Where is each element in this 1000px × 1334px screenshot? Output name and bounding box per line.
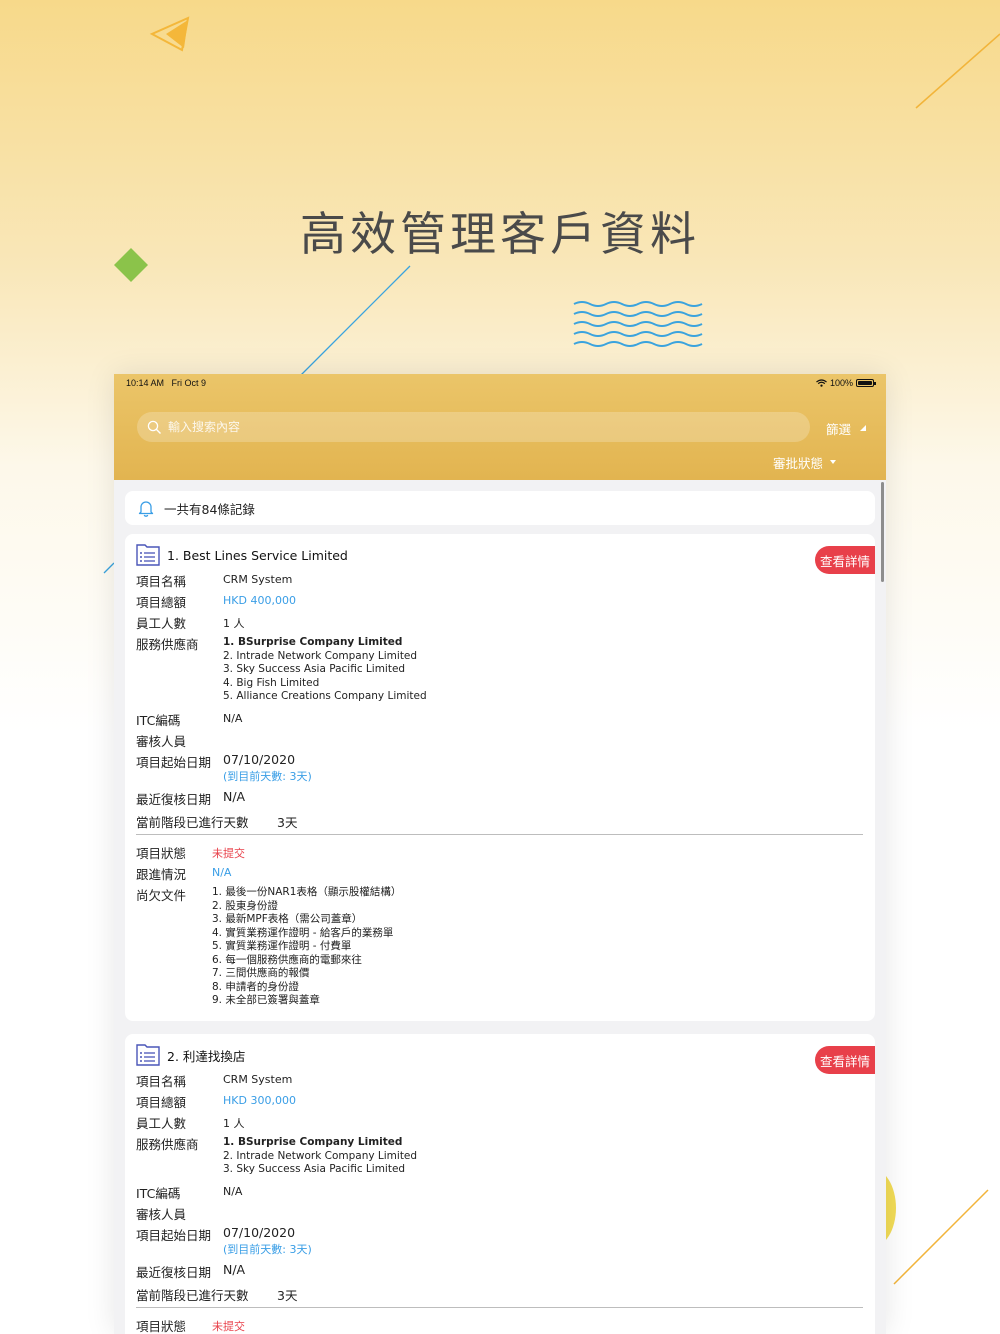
provider-item: 4. Big Fish Limited	[223, 676, 320, 689]
value-days-note: (到目前天數: 3天)	[223, 1243, 312, 1256]
value-staff-count: 1 人	[223, 1117, 245, 1130]
wave-decoration	[573, 301, 703, 347]
card-title: 2. 利達找換店	[136, 1044, 245, 1066]
list-document-icon	[136, 1044, 160, 1066]
provider-item: 3. Sky Success Asia Pacific Limited	[223, 663, 406, 675]
divider	[136, 834, 863, 835]
record-count: 一共有84條記錄	[164, 501, 255, 517]
label-status: 項目狀態	[136, 1319, 187, 1334]
label-providers: 服務供應商	[136, 637, 199, 652]
value-start-date: 07/10/2020	[223, 752, 296, 767]
label-reviewer: 審核人員	[136, 1207, 187, 1222]
value-status: 未提交	[212, 1320, 245, 1333]
value-stage-days: 3天	[277, 815, 298, 830]
value-project-total: HKD 300,000	[223, 1094, 296, 1107]
value-project-name: CRM System	[223, 1073, 293, 1086]
label-start-date: 項目起始日期	[136, 1228, 212, 1243]
tablet-screen: 10:14 AM Fri Oct 9 100% 篩選 審批狀態	[114, 374, 886, 1334]
search-input[interactable]	[168, 420, 768, 434]
record-card: 2. 利達找換店 查看詳情 項目名稱 CRM System 項目總額 HKD 3…	[125, 1034, 875, 1334]
label-itc-code: ITC編碼	[136, 1186, 181, 1201]
label-missing-docs: 尚欠文件	[136, 888, 187, 903]
provider-list: 1. BSurprise Company Limited 2. Intrade …	[223, 636, 427, 704]
value-start-date: 07/10/2020	[223, 1225, 296, 1240]
label-providers: 服務供應商	[136, 1137, 199, 1152]
value-project-name: CRM System	[223, 573, 293, 586]
search-bar[interactable]	[137, 412, 810, 442]
bell-icon	[138, 501, 154, 517]
value-project-total: HKD 400,000	[223, 594, 296, 607]
headline: 高效管理客戶資料	[300, 207, 700, 261]
missing-doc-item: 7. 三間供應商的報價	[212, 967, 310, 979]
provider-item: 2. Intrade Network Company Limited	[223, 1149, 418, 1162]
value-status: 未提交	[212, 847, 245, 860]
label-stage-days: 當前階段已進行天數	[136, 1288, 249, 1303]
battery-icon	[856, 379, 876, 387]
divider	[136, 1307, 863, 1308]
provider-item: 2. Intrade Network Company Limited	[223, 649, 418, 662]
value-itc-code: N/A	[223, 712, 243, 725]
label-staff-count: 員工人數	[136, 616, 187, 631]
label-project-total: 項目總額	[136, 595, 187, 610]
label-follow-up: 跟進情況	[136, 867, 187, 882]
provider-item: 3. Sky Success Asia Pacific Limited	[223, 1163, 406, 1175]
value-itc-code: N/A	[223, 1185, 243, 1198]
missing-doc-item: 9. 未全部已簽署與蓋章	[212, 994, 320, 1006]
caret-down-icon[interactable]	[830, 460, 836, 464]
label-last-review: 最近復核日期	[136, 1265, 212, 1280]
label-reviewer: 審核人員	[136, 734, 187, 749]
wifi-icon	[816, 379, 827, 387]
label-project-name: 項目名稱	[136, 574, 187, 589]
label-stage-days: 當前階段已進行天數	[136, 815, 249, 830]
value-last-review: N/A	[223, 789, 246, 804]
value-stage-days: 3天	[277, 1288, 298, 1303]
search-icon	[147, 420, 161, 434]
label-itc-code: ITC編碼	[136, 713, 181, 728]
label-start-date: 項目起始日期	[136, 755, 212, 770]
label-last-review: 最近復核日期	[136, 792, 212, 807]
value-last-review: N/A	[223, 1262, 246, 1277]
missing-doc-item: 3. 最新MPF表格（需公司蓋章）	[212, 913, 363, 925]
missing-doc-item: 5. 實質業務運作證明 - 付費單	[212, 940, 352, 952]
app-header: 10:14 AM Fri Oct 9 100% 篩選 審批狀態	[114, 374, 886, 480]
missing-docs-list: 1. 最後一份NAR1表格（顯示股權結構） 2. 股東身份證 3. 最新MPF表…	[212, 886, 401, 1008]
label-project-total: 項目總額	[136, 1095, 187, 1110]
list-document-icon	[136, 544, 160, 566]
status-time: 10:14 AM Fri Oct 9	[126, 378, 207, 388]
card-title: 1. Best Lines Service Limited	[136, 544, 348, 566]
scrollbar[interactable]	[881, 482, 884, 582]
view-details-button[interactable]: 查看詳情	[815, 546, 875, 574]
provider-item: 1. BSurprise Company Limited	[223, 1136, 403, 1148]
label-status: 項目狀態	[136, 846, 187, 861]
provider-list: 1. BSurprise Company Limited 2. Intrade …	[223, 1136, 417, 1177]
missing-doc-item: 4. 實質業務運作證明 - 給客戶的業務單	[212, 926, 394, 939]
provider-item: 5. Alliance Creations Company Limited	[223, 690, 427, 702]
record-card: 1. Best Lines Service Limited 查看詳情 項目名稱 …	[125, 534, 875, 1021]
company-name: 2. 利達找換店	[167, 1048, 246, 1064]
filter-button[interactable]: 篩選	[826, 419, 851, 438]
record-summary: 一共有84條記錄	[125, 491, 875, 525]
value-days-note: (到目前天數: 3天)	[223, 770, 312, 783]
missing-doc-item: 6. 每一個服務供應商的電郵來往	[212, 953, 362, 966]
value-follow-up: N/A	[212, 866, 232, 879]
view-details-button[interactable]: 查看詳情	[815, 1046, 875, 1074]
label-staff-count: 員工人數	[136, 1116, 187, 1131]
value-staff-count: 1 人	[223, 617, 245, 630]
provider-item: 1. BSurprise Company Limited	[223, 636, 403, 648]
approval-status-dropdown[interactable]: 審批狀態	[773, 453, 823, 472]
status-bar: 10:14 AM Fri Oct 9 100%	[126, 378, 876, 392]
company-name: 1. Best Lines Service Limited	[167, 547, 348, 563]
filter-triangle-icon[interactable]	[860, 425, 866, 431]
missing-doc-item: 2. 股東身份證	[212, 899, 278, 912]
label-project-name: 項目名稱	[136, 1074, 187, 1089]
missing-doc-item: 1. 最後一份NAR1表格（顯示股權結構）	[212, 886, 402, 898]
missing-doc-item: 8. 申請者的身份證	[212, 980, 299, 993]
battery-percent: 100%	[829, 378, 853, 388]
